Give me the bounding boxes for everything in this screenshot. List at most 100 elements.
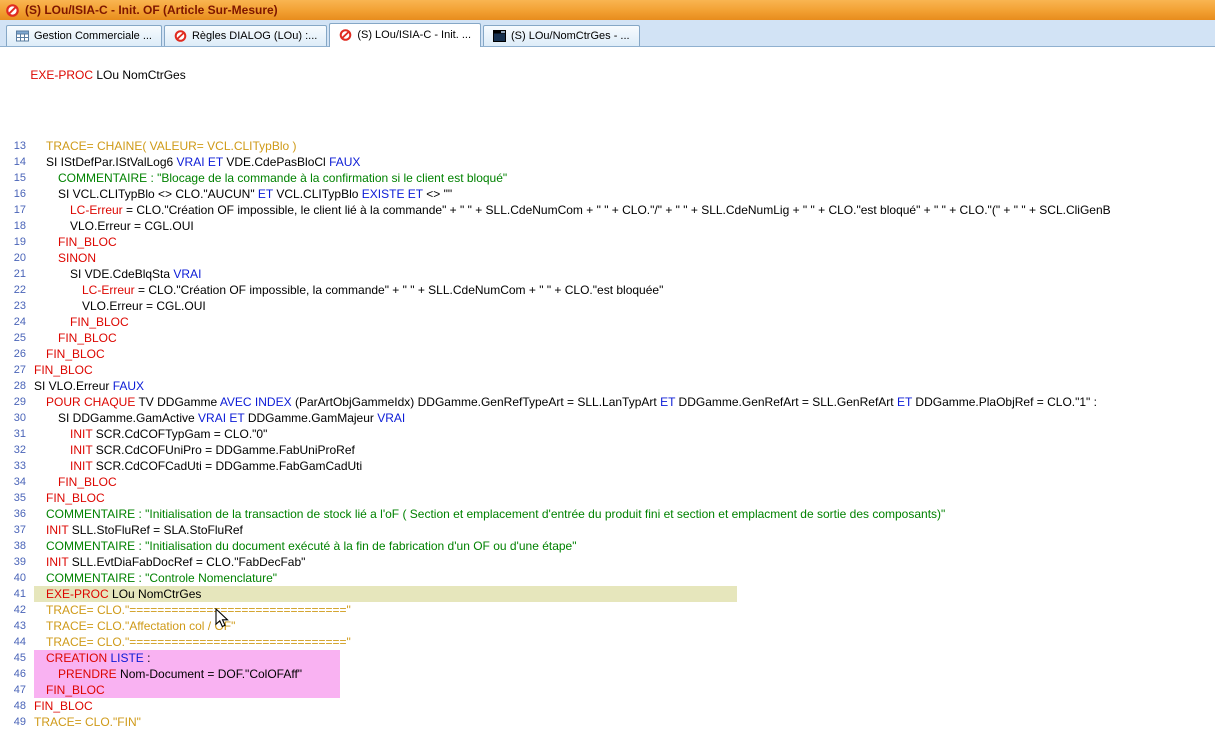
code-line[interactable]: 38 COMMENTAIRE : "Initialisation du docum…	[0, 538, 1215, 554]
code-text: EXE-PROC LOu NomCtrGes	[34, 586, 737, 602]
code-text: INIT SLL.EvtDiaFabDocRef = CLO."FabDecFa…	[34, 554, 305, 570]
code-line[interactable]: 31INIT SCR.CdCOFTypGam = CLO."0"	[0, 426, 1215, 442]
code-text: VLO.Erreur = CGL.OUI	[34, 218, 194, 234]
line-number: 43	[0, 618, 26, 634]
code-text: SI VDE.CdeBlqSta VRAI	[34, 266, 201, 282]
code-line[interactable]: 28SI VLO.Erreur FAUX	[0, 378, 1215, 394]
code-line[interactable]: 16SI VCL.CLITypBlo <> CLO."AUCUN" ET VCL…	[0, 186, 1215, 202]
code-text: INIT SLL.StoFluRef = SLA.StoFluRef	[34, 522, 243, 538]
code-text: TRACE= CHAINE( VALEUR= VCL.CLITypBlo )	[34, 138, 297, 154]
code-text: COMMENTAIRE : "Initialisation de la tran…	[34, 506, 945, 522]
code-line[interactable]: 36COMMENTAIRE : "Initialisation de la tr…	[0, 506, 1215, 522]
code-line[interactable]: 21SI VDE.CdeBlqSta VRAI	[0, 266, 1215, 282]
code-line[interactable]: 24FIN_BLOC	[0, 314, 1215, 330]
line-number: 29	[0, 394, 26, 410]
code-text: SI IStDefPar.IStValLog6 VRAI ET VDE.CdeP…	[34, 154, 360, 170]
code-line[interactable]: 42TRACE= CLO."==========================…	[0, 602, 1215, 618]
code-line[interactable]: 43TRACE= CLO."Affectation col / OF"	[0, 618, 1215, 634]
tab-lou-isia-c[interactable]: (S) LOu/ISIA-C - Init. ...	[329, 23, 481, 47]
code-text: TRACE= CLO."FIN"	[34, 714, 141, 730]
code-line[interactable]: 35FIN_BLOC	[0, 490, 1215, 506]
procedure-name: LOu NomCtrGes	[93, 68, 186, 82]
code-line[interactable]: 45CREATION LISTE :	[0, 650, 1215, 666]
tab-label: (S) LOu/NomCtrGes - ...	[511, 30, 630, 42]
code-line[interactable]: 34FIN_BLOC	[0, 474, 1215, 490]
dialog-red-icon	[339, 29, 352, 41]
line-number: 38	[0, 538, 26, 554]
line-number: 14	[0, 154, 26, 170]
tab-gestion-commerciale[interactable]: Gestion Commerciale ...	[6, 25, 162, 46]
title-bar: (S) LOu/ISIA-C - Init. OF (Article Sur-M…	[0, 0, 1215, 20]
line-number: 33	[0, 458, 26, 474]
code-line[interactable]: 20SINON	[0, 250, 1215, 266]
code-line[interactable]: 15 COMMENTAIRE : "Blocage de la commande …	[0, 170, 1215, 186]
code-editor[interactable]: 13 TRACE= CHAINE( VALEUR= VCL.CLITypBlo )…	[0, 136, 1215, 730]
code-line[interactable]: 22LC-Erreur = CLO."Création OF impossibl…	[0, 282, 1215, 298]
code-line[interactable]: 23VLO.Erreur = CGL.OUI	[0, 298, 1215, 314]
code-text: COMMENTAIRE : "Blocage de la commande à …	[34, 170, 507, 186]
tab-lou-nomctrges[interactable]: (S) LOu/NomCtrGes - ...	[483, 25, 640, 46]
code-text: FIN_BLOC	[34, 234, 117, 250]
line-number: 30	[0, 410, 26, 426]
code-line[interactable]: 46PRENDRE Nom-Document = DOF."ColOFAff"	[0, 666, 1215, 682]
code-line[interactable]: 47FIN_BLOC	[0, 682, 1215, 698]
code-line[interactable]: 13 TRACE= CHAINE( VALEUR= VCL.CLITypBlo )	[0, 138, 1215, 154]
code-line[interactable]: 19FIN_BLOC	[0, 234, 1215, 250]
code-text: TRACE= CLO."============================…	[34, 634, 351, 650]
procedure-keyword: EXE-PROC	[30, 68, 93, 82]
code-line[interactable]: 40COMMENTAIRE : "Controle Nomenclature"	[0, 570, 1215, 586]
code-text: FIN_BLOC	[34, 362, 93, 378]
code-line[interactable]: 41EXE-PROC LOu NomCtrGes	[0, 586, 1215, 602]
code-text: VLO.Erreur = CGL.OUI	[34, 298, 206, 314]
tab-label: Gestion Commerciale ...	[34, 30, 152, 42]
code-lines: 13 TRACE= CHAINE( VALEUR= VCL.CLITypBlo )…	[0, 138, 1215, 730]
code-text: POUR CHAQUE TV DDGamme AVEC INDEX (ParAr…	[34, 394, 1097, 410]
code-line[interactable]: 26FIN_BLOC	[0, 346, 1215, 362]
code-line[interactable]: 14 SI IStDefPar.IStValLog6 VRAI ET VDE.Cd…	[0, 154, 1215, 170]
line-number: 46	[0, 666, 26, 682]
dialog-red-icon	[174, 30, 187, 42]
code-text: FIN_BLOC	[34, 346, 105, 362]
code-text: SI DDGamme.GamActive VRAI ET DDGamme.Gam…	[34, 410, 405, 426]
dark-window-icon	[493, 30, 506, 42]
line-number: 24	[0, 314, 26, 330]
line-number: 13	[0, 138, 26, 154]
code-text: FIN_BLOC	[34, 698, 93, 714]
code-text: FIN_BLOC	[34, 682, 340, 698]
code-line[interactable]: 44 TRACE= CLO."==========================…	[0, 634, 1215, 650]
line-number: 49	[0, 714, 26, 730]
procedure-header-pane: EXE-PROC LOu NomCtrGes	[0, 47, 1215, 136]
code-line[interactable]: 18 VLO.Erreur = CGL.OUI	[0, 218, 1215, 234]
line-number: 27	[0, 362, 26, 378]
line-number: 35	[0, 490, 26, 506]
line-number: 15	[0, 170, 26, 186]
code-text: COMMENTAIRE : "Initialisation du documen…	[34, 538, 577, 554]
line-number: 16	[0, 186, 26, 202]
code-line[interactable]: 39INIT SLL.EvtDiaFabDocRef = CLO."FabDec…	[0, 554, 1215, 570]
code-text: FIN_BLOC	[34, 330, 117, 346]
code-line[interactable]: 29 POUR CHAQUE TV DDGamme AVEC INDEX (Par…	[0, 394, 1215, 410]
code-line[interactable]: 17LC-Erreur = CLO."Création OF impossibl…	[0, 202, 1215, 218]
line-number: 44	[0, 634, 26, 650]
code-line[interactable]: 32INIT SCR.CdCOFUniPro = DDGamme.FabUniP…	[0, 442, 1215, 458]
code-line[interactable]: 37INIT SLL.StoFluRef = SLA.StoFluRef	[0, 522, 1215, 538]
line-number: 32	[0, 442, 26, 458]
code-line[interactable]: 30 SI DDGamme.GamActive VRAI ET DDGamme.G…	[0, 410, 1215, 426]
code-text: SINON	[34, 250, 96, 266]
tab-regles-dialog[interactable]: Règles DIALOG (LOu) :...	[164, 25, 327, 46]
code-line[interactable]: 33 INIT SCR.CdCOFCadUti = DDGamme.FabGamC…	[0, 458, 1215, 474]
code-text: LC-Erreur = CLO."Création OF impossible,…	[34, 202, 1111, 218]
line-number: 18	[0, 218, 26, 234]
line-number: 31	[0, 426, 26, 442]
application-window: (S) LOu/ISIA-C - Init. OF (Article Sur-M…	[0, 0, 1215, 732]
code-line[interactable]: 27 FIN_BLOC	[0, 362, 1215, 378]
line-number: 42	[0, 602, 26, 618]
code-line[interactable]: 25FIN_BLOC	[0, 330, 1215, 346]
tab-bar: Gestion Commerciale ... Règles DIALOG (L…	[0, 20, 1215, 47]
code-text: COMMENTAIRE : "Controle Nomenclature"	[34, 570, 277, 586]
grid-icon	[16, 30, 29, 42]
code-text: INIT SCR.CdCOFCadUti = DDGamme.FabGamCad…	[34, 458, 362, 474]
code-line[interactable]: 48FIN_BLOC	[0, 698, 1215, 714]
code-line[interactable]: 49 TRACE= CLO."FIN"	[0, 714, 1215, 730]
line-number: 28	[0, 378, 26, 394]
